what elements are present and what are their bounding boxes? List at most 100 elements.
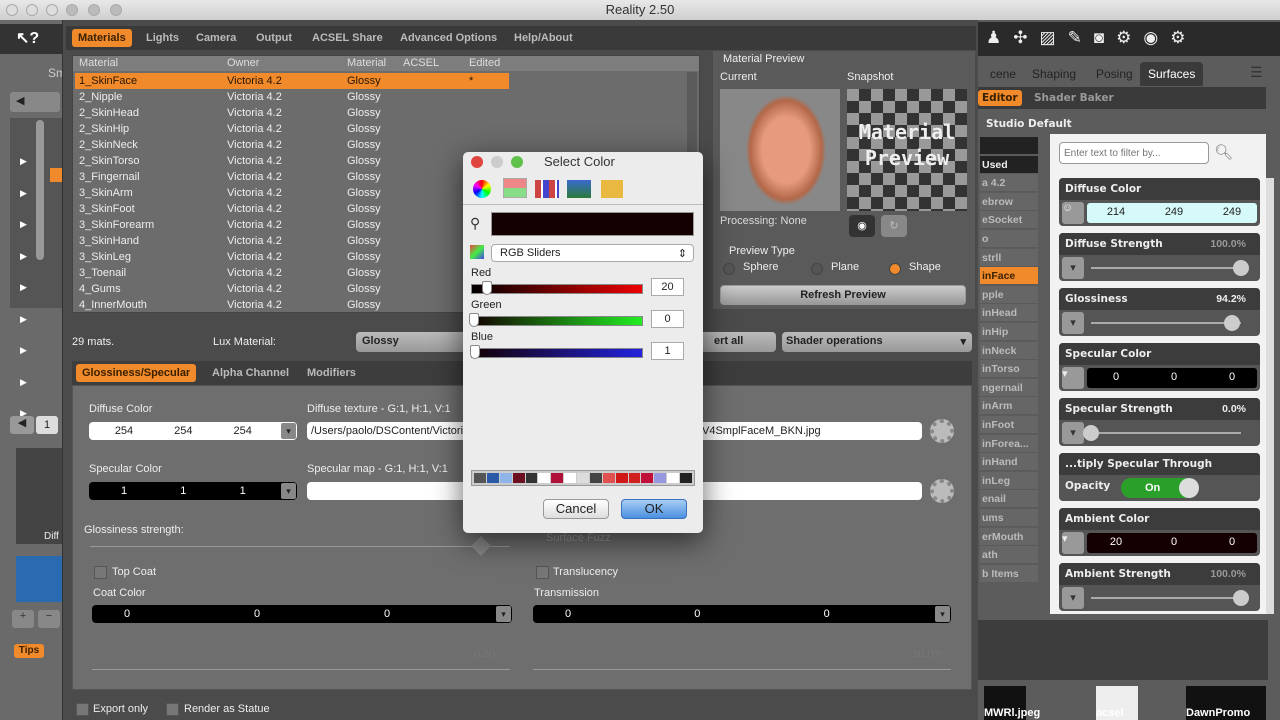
- column-header[interactable]: Owner: [227, 57, 259, 69]
- color-swatch[interactable]: [564, 473, 576, 483]
- tab-posing[interactable]: Posing: [1088, 62, 1141, 86]
- add-button[interactable]: +: [12, 610, 34, 628]
- color-swatch[interactable]: [499, 473, 512, 483]
- surface-list-item[interactable]: b Items: [980, 564, 1038, 583]
- lux-material-select[interactable]: Glossy: [356, 332, 466, 352]
- surface-list-item[interactable]: inArm: [980, 397, 1038, 416]
- tab-cene[interactable]: cene: [982, 62, 1024, 86]
- cancel-button[interactable]: Cancel: [543, 499, 609, 519]
- translucency-slider[interactable]: [533, 669, 951, 670]
- surface-list-item[interactable]: inForea...: [980, 434, 1038, 453]
- blue-value-input[interactable]: 1: [651, 342, 684, 360]
- red-value-input[interactable]: 20: [651, 278, 684, 296]
- slider-track[interactable]: [1091, 597, 1241, 599]
- radio-sphere[interactable]: [723, 263, 735, 275]
- subtab-shader-baker[interactable]: Shader Baker: [1030, 90, 1118, 106]
- green-value-input[interactable]: 0: [651, 310, 684, 328]
- red-slider[interactable]: [471, 284, 643, 294]
- ok-button[interactable]: OK: [621, 499, 687, 519]
- camera-icon[interactable]: ◉: [849, 215, 875, 237]
- surface-edit-icon[interactable]: ✎: [1068, 28, 1094, 47]
- surface-list-item[interactable]: ngernail: [980, 378, 1038, 397]
- map-button[interactable]: ▾: [1062, 532, 1084, 554]
- subtab-alpha-channel[interactable]: Alpha Channel: [206, 364, 295, 382]
- surface-list-item[interactable]: inLeg: [980, 471, 1038, 490]
- tips-button[interactable]: Tips: [14, 644, 44, 658]
- slider-handle[interactable]: [469, 345, 480, 359]
- magnifier-icon[interactable]: ⚲: [470, 215, 480, 232]
- minimize-button[interactable]: [26, 4, 38, 16]
- surface-list-item[interactable]: inHip: [980, 323, 1038, 341]
- export-only-checkbox[interactable]: [76, 703, 89, 716]
- color-swatch[interactable]: [551, 473, 564, 483]
- color-field[interactable]: 20 0 0: [1087, 533, 1257, 553]
- scrollbar[interactable]: [36, 120, 44, 260]
- color-swatch[interactable]: [667, 473, 679, 483]
- table-row[interactable]: 2_SkinHead Victoria 4.2 Glossy: [75, 105, 509, 121]
- translucency-checkbox[interactable]: [536, 566, 549, 579]
- chevron-down-icon[interactable]: ▾: [496, 606, 511, 622]
- surface-list-item[interactable]: pple: [980, 285, 1038, 304]
- color-swatch[interactable]: [641, 473, 654, 483]
- color-swatch[interactable]: [577, 473, 589, 483]
- prev-page-button[interactable]: ◀: [10, 416, 34, 434]
- surface-list-item[interactable]: o: [980, 230, 1038, 248]
- subtab-modifiers[interactable]: Modifiers: [301, 364, 362, 382]
- map-button[interactable]: ▾: [1062, 312, 1084, 334]
- column-header[interactable]: Edited: [469, 57, 500, 69]
- surface-list-item[interactable]: a 4.2: [980, 174, 1038, 193]
- transmission-field[interactable]: 0 0 0 ▾: [533, 605, 951, 623]
- crayons-icon[interactable]: [601, 180, 623, 198]
- table-row[interactable]: 2_SkinHip Victoria 4.2 Glossy: [75, 121, 509, 137]
- color-sliders-icon[interactable]: [503, 178, 527, 198]
- map-button[interactable]: ▾: [1062, 587, 1084, 609]
- sync-icon[interactable]: ↻: [881, 215, 907, 237]
- table-row[interactable]: 3_Fingernail Victoria 4.2 Glossy: [75, 169, 509, 185]
- column-header[interactable]: Material: [79, 57, 118, 69]
- specular-color-field[interactable]: 1 1 1 ▾: [89, 482, 297, 500]
- close-button[interactable]: [6, 4, 18, 16]
- slider-handle[interactable]: [1233, 590, 1249, 606]
- whats-this-icon[interactable]: ↖?: [16, 28, 39, 48]
- tab-camera[interactable]: Camera: [190, 29, 242, 47]
- surface-list-item[interactable]: inFace: [980, 267, 1038, 286]
- back-button[interactable]: ◀: [10, 92, 60, 112]
- chevron-down-icon[interactable]: ▾: [281, 483, 296, 499]
- diffuse-color-field[interactable]: 254 254 254 ▾: [89, 422, 297, 440]
- tab-acsel-share[interactable]: ACSEL Share: [306, 29, 389, 47]
- render-icon[interactable]: ◉: [1143, 28, 1170, 47]
- slider-handle[interactable]: [469, 313, 479, 327]
- subtab-editor[interactable]: Editor: [978, 90, 1022, 106]
- refresh-preview-button[interactable]: Refresh Preview: [720, 285, 966, 305]
- color-swatch[interactable]: [680, 473, 692, 483]
- table-row[interactable]: 3_SkinHand Victoria 4.2 Glossy: [75, 233, 509, 249]
- zoom-button[interactable]: [46, 4, 58, 16]
- color-swatch[interactable]: [525, 473, 538, 483]
- content-thumbnail-2[interactable]: [16, 556, 64, 602]
- color-field[interactable]: 214 249 249: [1087, 203, 1257, 223]
- property-scrollbar[interactable]: [1266, 178, 1274, 614]
- gear-icon[interactable]: [930, 419, 954, 443]
- surface-list-item[interactable]: inTorso: [980, 360, 1038, 379]
- toggle-knob[interactable]: [1179, 478, 1199, 498]
- surface-list-item[interactable]: ebrow: [980, 192, 1038, 211]
- reality-minimize-button[interactable]: [88, 4, 100, 16]
- coat-color-field[interactable]: 0 0 0 ▾: [92, 605, 512, 623]
- map-button[interactable]: ▾: [1062, 422, 1084, 444]
- remove-button[interactable]: −: [38, 610, 60, 628]
- radio-plane[interactable]: [811, 263, 823, 275]
- surface-list-item[interactable]: inHead: [980, 304, 1038, 323]
- slider-handle[interactable]: [482, 281, 493, 295]
- image-palettes-icon[interactable]: [567, 180, 591, 198]
- render-statue-checkbox[interactable]: [166, 703, 179, 716]
- page-number[interactable]: 1: [36, 416, 58, 434]
- table-row[interactable]: 3_SkinArm Victoria 4.2 Glossy: [75, 185, 509, 201]
- surface-list-item[interactable]: [980, 137, 1038, 155]
- column-header[interactable]: ACSEL: [403, 57, 439, 69]
- color-swatch[interactable]: [538, 473, 551, 483]
- coat-thickness-slider[interactable]: [92, 669, 510, 670]
- surface-list-item[interactable]: erMouth: [980, 527, 1038, 546]
- surface-list-item[interactable]: ums: [980, 509, 1038, 527]
- render-settings-gear-icon[interactable]: ⚙: [1170, 28, 1197, 47]
- weight-brush-icon[interactable]: ▨: [1040, 28, 1068, 47]
